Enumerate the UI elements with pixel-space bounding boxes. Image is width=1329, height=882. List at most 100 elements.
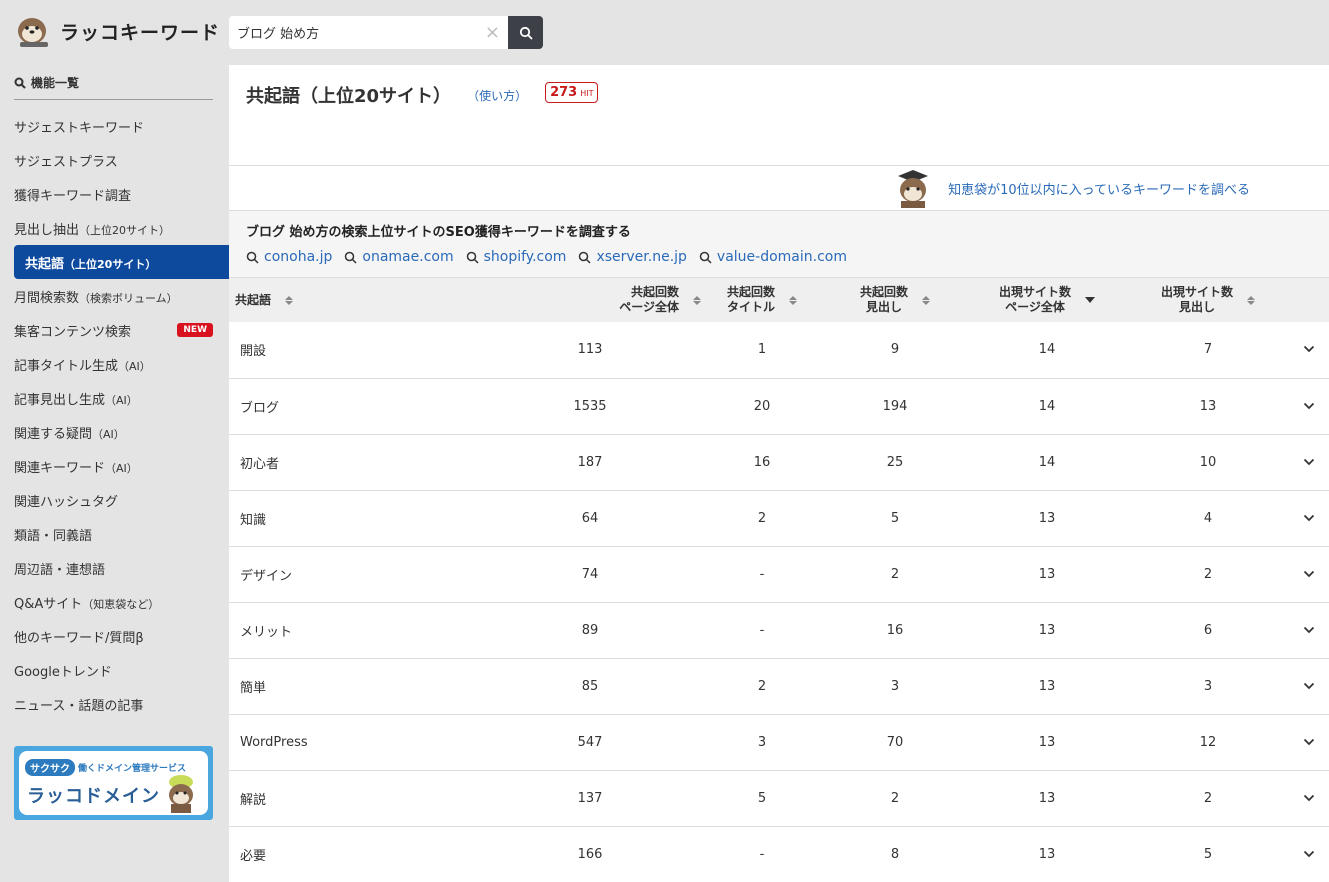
expand-row-button[interactable] (1289, 434, 1329, 490)
howto-link[interactable]: （使い方） (467, 87, 527, 104)
cell-value: 2 (757, 510, 767, 526)
cell-value: 74 (581, 566, 599, 582)
cell-value: 70 (886, 734, 904, 750)
cell-value: 5 (1203, 846, 1213, 862)
table-body: 開設 113 1 9 14 7 ブログ 1535 20 194 14 13 初心者 187 16 25 14 10… (229, 322, 1329, 882)
seo-link-onamae[interactable]: onamae.com (344, 249, 454, 265)
expand-row-button[interactable] (1289, 826, 1329, 882)
table-row[interactable]: 開設 113 1 9 14 7 (229, 322, 1329, 378)
table-row[interactable]: ブログ 1535 20 194 14 13 (229, 378, 1329, 434)
sidebar-item-related-questions[interactable]: 関連する疑問（AI） (14, 415, 213, 449)
expand-row-button[interactable] (1289, 714, 1329, 770)
expand-row-button[interactable] (1289, 378, 1329, 434)
search-icon (579, 251, 591, 264)
otter-mascot-icon (14, 14, 54, 48)
table-row[interactable]: 解説 137 5 2 13 2 (229, 770, 1329, 826)
sidebar-item-other-keywords[interactable]: 他のキーワード/質問β (14, 619, 213, 653)
column-header-keyword[interactable]: 共起語 (229, 278, 479, 322)
column-header-sites-page[interactable]: 出現サイト数 ページ全体 (967, 278, 1127, 322)
cell-value: 13 (1038, 622, 1056, 638)
table-row[interactable]: WordPress 547 3 70 13 12 (229, 714, 1329, 770)
sidebar-item-qa-sites[interactable]: Q&Aサイト（知恵袋など） (14, 585, 213, 619)
sidebar-item-heading-gen[interactable]: 記事見出し生成（AI） (14, 381, 213, 415)
app-logo[interactable]: ラッコキーワード (14, 14, 220, 48)
sidebar-item-google-trends[interactable]: Googleトレンド (14, 653, 213, 687)
table-row[interactable]: メリット 89 - 16 13 6 (229, 602, 1329, 658)
sidebar-item-headings[interactable]: 見出し抽出（上位20サイト） (14, 211, 213, 245)
sort-icon (285, 295, 294, 305)
seo-research-box: ブログ 始め方の検索上位サイトのSEO獲得キーワードを調査する conoha.j… (229, 211, 1329, 278)
expand-row-button[interactable] (1289, 490, 1329, 546)
cell-value: 14 (1038, 342, 1056, 358)
table-row[interactable]: デザイン 74 - 2 13 2 (229, 546, 1329, 602)
main-panel: 共起語（上位20サイト） （使い方） 273 HIT 知恵袋が10位以内に入って… (229, 65, 1329, 882)
search-icon (246, 251, 259, 264)
sidebar-item-associations[interactable]: 周辺語・連想語 (14, 551, 213, 585)
sort-icon (693, 295, 701, 305)
expand-row-button[interactable] (1289, 602, 1329, 658)
sidebar-item-title-gen[interactable]: 記事タイトル生成（AI） (14, 347, 213, 381)
cell-value: 20 (753, 398, 771, 414)
cell-value: 2 (890, 566, 900, 582)
cell-value: 194 (882, 398, 908, 414)
cell-value: 166 (577, 846, 603, 862)
table-row[interactable]: 初心者 187 16 25 14 10 (229, 434, 1329, 490)
search-icon (466, 251, 479, 264)
expand-row-button[interactable] (1289, 322, 1329, 378)
cell-keyword: 初心者 (240, 456, 280, 472)
rakko-domain-banner[interactable]: サクサク 働くドメイン管理サービス ラッコドメイン (14, 746, 213, 820)
search-field[interactable]: × (229, 16, 508, 49)
search-input[interactable] (237, 25, 485, 40)
cell-value: 6 (1203, 622, 1213, 638)
cell-value: 137 (577, 790, 603, 806)
sidebar-item-acquired-keywords[interactable]: 獲得キーワード調査 (14, 177, 213, 211)
cell-value: 187 (577, 454, 603, 470)
search-button[interactable] (508, 16, 543, 49)
cell-value: 89 (581, 622, 599, 638)
seo-link-value-domain[interactable]: value-domain.com (699, 249, 847, 265)
seo-link-conoha[interactable]: conoha.jp (246, 249, 332, 265)
expand-row-button[interactable] (1289, 546, 1329, 602)
table-row[interactable]: 必要 166 - 8 13 5 (229, 826, 1329, 882)
cell-value: 13 (1038, 734, 1056, 750)
sidebar-item-synonyms[interactable]: 類語・同義語 (14, 517, 213, 551)
table-row[interactable]: 簡単 85 2 3 13 3 (229, 658, 1329, 714)
seo-link-xserver[interactable]: xserver.ne.jp (578, 249, 687, 265)
sidebar-item-news[interactable]: ニュース・話題の記事 (14, 687, 213, 721)
search-icon (519, 26, 532, 39)
chevron-down-icon (1303, 682, 1315, 689)
sidebar-item-hashtags[interactable]: 関連ハッシュタグ (14, 483, 213, 517)
seo-link-shopify[interactable]: shopify.com (466, 249, 566, 265)
cell-keyword: 必要 (240, 848, 267, 864)
cell-value: - (759, 566, 765, 582)
expand-row-button[interactable] (1289, 770, 1329, 826)
clear-icon[interactable]: × (485, 22, 500, 43)
seo-site-links: conoha.jp onamae.com shopify.com xserver… (246, 249, 1329, 265)
sidebar-item-suggest-plus[interactable]: サジェストプラス (14, 143, 213, 177)
cell-keyword: メリット (240, 624, 293, 640)
sidebar-item-monthly-volume[interactable]: 月間検索数（検索ボリューム） (14, 279, 213, 313)
column-header-count-heading[interactable]: 共起回数 見出し (823, 278, 967, 322)
column-header-count-title[interactable]: 共起回数 タイトル (701, 278, 823, 322)
sidebar-item-content-search[interactable]: 集客コンテンツ検索 NEW (14, 313, 213, 347)
sidebar-item-suggest[interactable]: サジェストキーワード (14, 109, 213, 143)
expand-row-button[interactable] (1289, 658, 1329, 714)
cell-value: 14 (1038, 398, 1056, 414)
cell-value: 1 (757, 342, 767, 358)
search-icon (345, 251, 357, 264)
professor-otter-icon (898, 170, 929, 208)
sidebar-item-related-keywords[interactable]: 関連キーワード（AI） (14, 449, 213, 483)
column-header-count-page[interactable]: 共起回数 ページ全体 (479, 278, 701, 322)
cell-value: 5 (757, 790, 767, 806)
table-header: 共起語 共起回数 ページ全体 共起回数 タイトル 共起回数 見出し 出現サイト数 ページ… (229, 278, 1329, 322)
new-badge: NEW (177, 323, 213, 337)
sidebar-item-cooccurrence[interactable]: 共起語（上位20サイト） (14, 245, 229, 279)
banner-pill: サクサク (25, 759, 75, 776)
chiebukuro-link[interactable]: 知恵袋が10位以内に入っているキーワードを調べる (948, 179, 1250, 198)
column-header-sites-heading[interactable]: 出現サイト数 見出し (1127, 278, 1289, 322)
banner-title: ラッコドメイン (27, 786, 160, 807)
cell-value: 8 (890, 846, 900, 862)
cell-value: 12 (1199, 734, 1217, 750)
table-row[interactable]: 知識 64 2 5 13 4 (229, 490, 1329, 546)
cell-value: 2 (757, 678, 767, 694)
